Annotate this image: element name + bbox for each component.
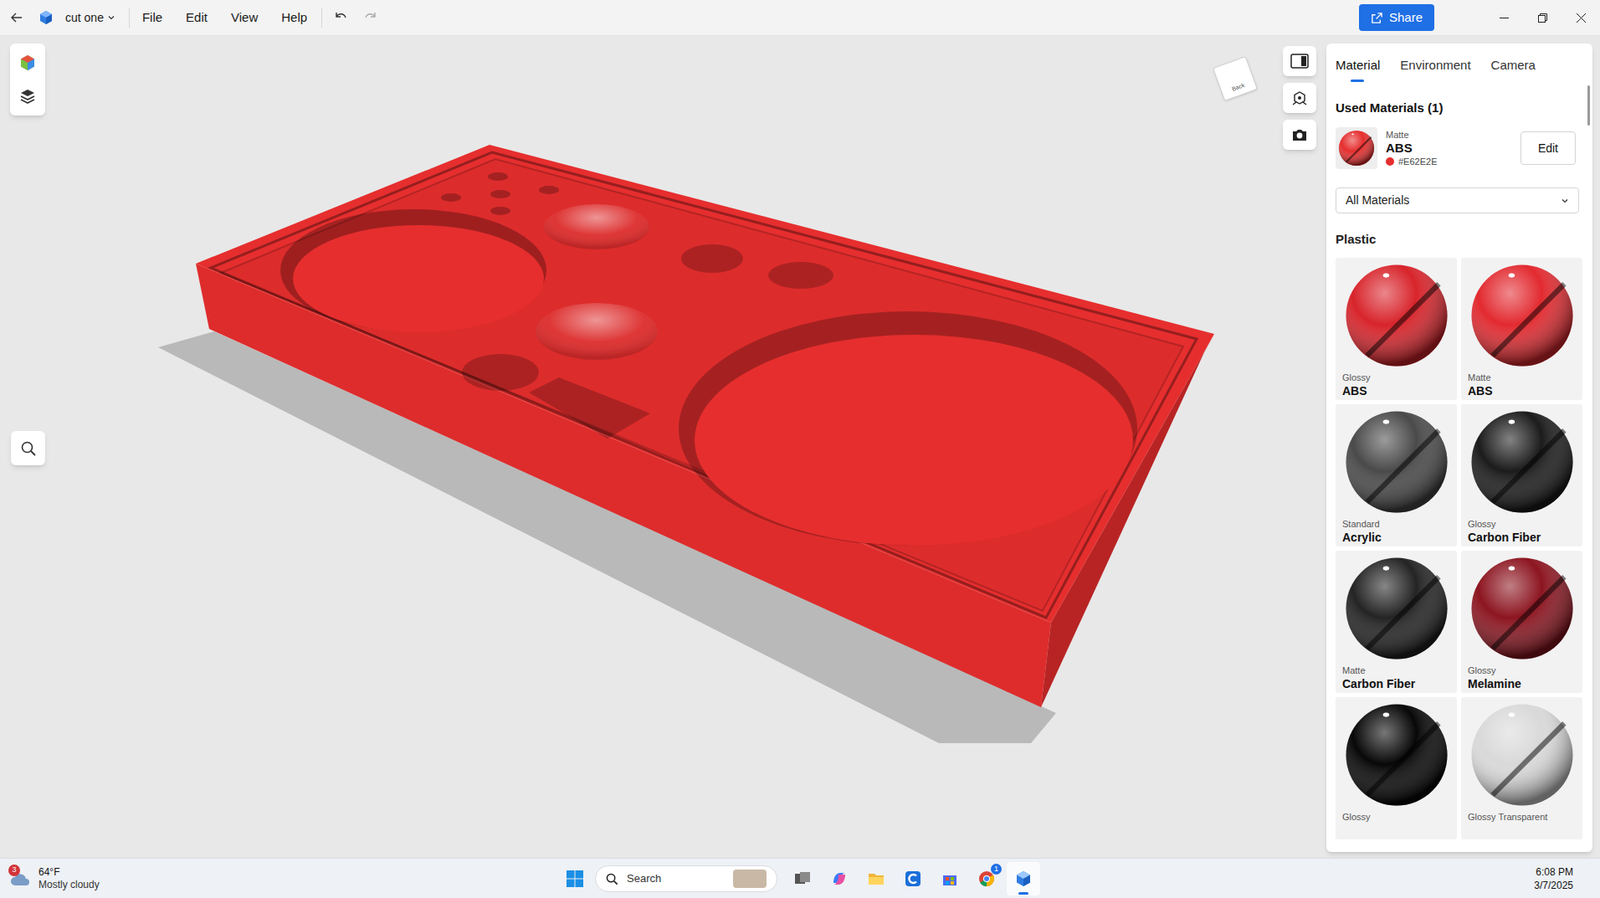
weather-badge: 3 (8, 864, 21, 877)
material-sphere-icon (1469, 702, 1575, 808)
material-card[interactable]: GlossyABS (1335, 257, 1457, 400)
material-sphere-icon (1338, 129, 1375, 167)
view-cube[interactable]: Back (1211, 61, 1259, 97)
material-grid: GlossyABSMatteABSStandardAcrylicGlossyCa… (1335, 257, 1583, 840)
layers-icon (19, 87, 36, 105)
title-bar: cut one File EditViewHelp Share (0, 0, 1600, 36)
panel-tab[interactable]: Material (1335, 56, 1380, 83)
restore-button[interactable] (1523, 0, 1562, 35)
taskbar: 364°FMostly cloudy Search 1 6:08 PM3/7/2025 (0, 857, 1600, 898)
taskbar-app[interactable] (933, 861, 967, 896)
taskbar-app[interactable] (822, 861, 857, 896)
weather-widget[interactable]: 364°FMostly cloudy (8, 866, 100, 892)
material-card[interactable]: GlossyCarbon Fiber (1461, 404, 1583, 547)
edit-button[interactable]: Edit (1520, 131, 1576, 165)
panel-icon (1290, 53, 1309, 69)
zoom-search-button[interactable] (10, 430, 46, 466)
properties-panel: MaterialEnvironmentCameraUsed Materials … (1326, 43, 1593, 852)
clock[interactable]: 6:08 PM3/7/2025 (1533, 865, 1574, 893)
close-button[interactable] (1561, 0, 1600, 35)
menu-bar: File EditViewHelp (134, 3, 315, 33)
material-card[interactable]: Glossy Transparent (1461, 697, 1583, 840)
material-card[interactable]: MatteCarbon Fiber (1335, 550, 1457, 693)
camera-icon (1291, 127, 1308, 143)
material-filter-dropdown[interactable]: All Materials (1335, 187, 1580, 214)
redo-button[interactable] (357, 4, 385, 31)
material-sphere-icon (1343, 262, 1450, 369)
magnifier-icon (20, 440, 37, 457)
window-controls (1484, 0, 1600, 35)
copilot-app-icon (830, 869, 849, 888)
close-icon (1576, 13, 1586, 23)
capp-app-icon (903, 869, 923, 888)
layers-button[interactable] (13, 82, 42, 111)
taskbar-apps: 1 (785, 861, 1041, 896)
store-app-icon (940, 869, 959, 888)
panel-scrollbar[interactable] (1587, 43, 1593, 852)
chevron-down-icon (107, 13, 116, 22)
material-card[interactable]: Glossy (1335, 697, 1457, 840)
menu-item[interactable]: View (223, 3, 266, 33)
3d-object-icon (18, 53, 37, 72)
toggle-panel-button[interactable] (1282, 46, 1317, 77)
material-thumbnail (1335, 127, 1378, 170)
start-button[interactable] (558, 861, 592, 896)
left-toolbar (10, 43, 46, 116)
search-icon (605, 872, 619, 886)
back-button[interactable] (1, 2, 32, 33)
windows-logo-icon (565, 869, 585, 888)
taskbar-search[interactable]: Search (594, 865, 778, 893)
taskbar-app[interactable] (859, 861, 893, 896)
viewport[interactable]: BackMaterialEnvironmentCameraUsed Materi… (0, 35, 1600, 858)
used-material-row[interactable]: MatteABS#E62E2EEdit (1335, 127, 1585, 170)
menu-item[interactable]: File (134, 3, 170, 33)
material-sphere-icon (1469, 555, 1575, 662)
taskbar-center: Search 1 (558, 861, 1041, 896)
back-arrow-icon (10, 10, 24, 25)
material-card[interactable]: GlossyMelamine (1461, 550, 1583, 693)
snapshot-button[interactable] (1282, 119, 1317, 150)
share-button[interactable]: Share (1358, 4, 1435, 31)
share-icon (1370, 11, 1384, 25)
taskbar-app[interactable] (1006, 861, 1041, 896)
view-tools (1282, 46, 1317, 150)
taskbar-app[interactable]: 1 (969, 861, 1004, 896)
explorer-app-icon (866, 869, 886, 888)
material-card[interactable]: MatteABS (1461, 257, 1583, 400)
axes-icon (1291, 89, 1308, 107)
undo-button[interactable] (327, 4, 354, 31)
material-sphere-icon (1343, 702, 1450, 808)
material-sphere-icon (1343, 409, 1450, 515)
menu-item[interactable]: Edit (178, 3, 216, 33)
minimize-button[interactable] (1484, 0, 1524, 35)
reset-view-button[interactable] (1282, 82, 1317, 113)
panel-tab[interactable]: Camera (1491, 56, 1536, 83)
material-card[interactable]: StandardAcrylic (1335, 404, 1457, 547)
taskbar-app[interactable] (896, 861, 930, 896)
chevron-down-icon (1560, 196, 1570, 206)
redo-icon (363, 10, 379, 26)
restore-icon (1538, 13, 1548, 23)
color-dot (1385, 157, 1395, 166)
app-badge: 1 (990, 863, 1002, 875)
material-sphere-icon (1469, 262, 1575, 369)
undo-icon (333, 10, 349, 26)
file-name-dropdown[interactable]: cut one (61, 5, 119, 31)
taskbar-app[interactable] (785, 861, 820, 896)
panel-tabs: Material Environment Camera (1335, 43, 1585, 83)
taskview-app-icon (793, 869, 812, 888)
panel-tab[interactable]: Environment (1400, 56, 1471, 83)
view-cube-face[interactable]: Back (1212, 56, 1258, 102)
search-highlight-image (733, 869, 767, 888)
material-sphere-icon (1469, 409, 1575, 515)
menu-item[interactable]: Help (273, 3, 315, 33)
material-sphere-icon (1343, 555, 1450, 662)
viewer-app-icon (1014, 869, 1033, 888)
model-button[interactable] (13, 48, 42, 77)
app-logo-icon (38, 10, 54, 26)
minimize-icon (1499, 13, 1509, 23)
